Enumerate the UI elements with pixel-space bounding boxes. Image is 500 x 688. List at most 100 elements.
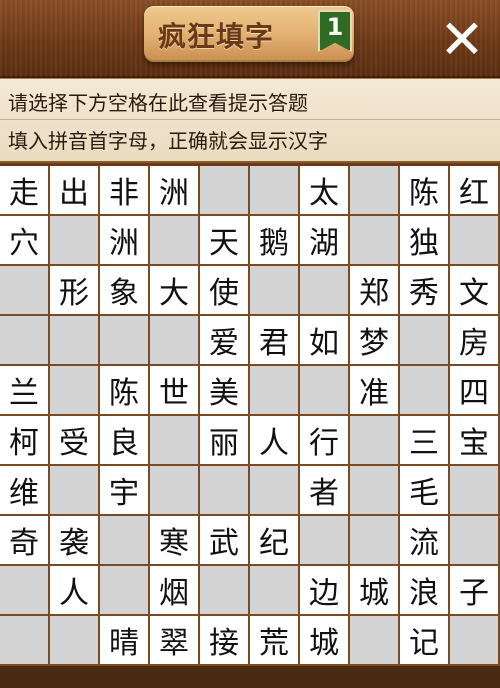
grid-cell-filled[interactable]: 四 — [450, 366, 500, 416]
grid-cell-filled[interactable]: 红 — [450, 166, 500, 216]
grid-cell-filled[interactable]: 奇 — [0, 516, 50, 566]
grid-cell-filled[interactable]: 记 — [400, 616, 450, 666]
grid-cell-filled[interactable]: 非 — [100, 166, 150, 216]
grid-cell-filled[interactable]: 三 — [400, 416, 450, 466]
grid-cell-filled[interactable]: 穴 — [0, 216, 50, 266]
grid-cell-filled[interactable]: 美 — [200, 366, 250, 416]
grid-cell-filled[interactable]: 兰 — [0, 366, 50, 416]
grid-cell-blank[interactable] — [450, 516, 500, 566]
grid-cell-blank[interactable] — [300, 366, 350, 416]
grid-cell-filled[interactable]: 宇 — [100, 466, 150, 516]
grid-cell-filled[interactable]: 陈 — [400, 166, 450, 216]
grid-cell-filled[interactable]: 宝 — [450, 416, 500, 466]
grid-cell-filled[interactable]: 接 — [200, 616, 250, 666]
grid-cell-filled[interactable]: 走 — [0, 166, 50, 216]
grid-cell-filled[interactable]: 边 — [300, 566, 350, 616]
grid-cell-blank[interactable] — [400, 366, 450, 416]
grid-cell-blank[interactable] — [100, 566, 150, 616]
grid-cell-blank[interactable] — [100, 516, 150, 566]
grid-cell-blank[interactable] — [400, 316, 450, 366]
grid-cell-filled[interactable]: 寒 — [150, 516, 200, 566]
grid-cell-blank[interactable] — [450, 466, 500, 516]
grid-cell-filled[interactable]: 流 — [400, 516, 450, 566]
grid-cell-blank[interactable] — [250, 366, 300, 416]
grid-cell-filled[interactable]: 如 — [300, 316, 350, 366]
grid-cell-filled[interactable]: 形 — [50, 266, 100, 316]
grid-cell-filled[interactable]: 洲 — [150, 166, 200, 216]
grid-cell-filled[interactable]: 武 — [200, 516, 250, 566]
grid-cell-blank[interactable] — [250, 266, 300, 316]
grid-cell-filled[interactable]: 爱 — [200, 316, 250, 366]
grid-cell-filled[interactable]: 良 — [100, 416, 150, 466]
grid-cell-filled[interactable]: 行 — [300, 416, 350, 466]
grid-cell-blank[interactable] — [350, 516, 400, 566]
grid-cell-blank[interactable] — [50, 366, 100, 416]
grid-cell-blank[interactable] — [0, 266, 50, 316]
grid-cell-blank[interactable] — [300, 266, 350, 316]
grid-cell-filled[interactable]: 晴 — [100, 616, 150, 666]
grid-cell-filled[interactable]: 维 — [0, 466, 50, 516]
grid-cell-filled[interactable]: 鹅 — [250, 216, 300, 266]
grid-cell-blank[interactable] — [50, 466, 100, 516]
grid-cell-filled[interactable]: 浪 — [400, 566, 450, 616]
grid-cell-blank[interactable] — [150, 216, 200, 266]
grid-cell-filled[interactable]: 梦 — [350, 316, 400, 366]
grid-cell-filled[interactable]: 独 — [400, 216, 450, 266]
grid-cell-blank[interactable] — [350, 416, 400, 466]
grid-cell-blank[interactable] — [350, 616, 400, 666]
grid-cell-blank[interactable] — [100, 316, 150, 366]
grid-cell-filled[interactable]: 荒 — [250, 616, 300, 666]
grid-cell-filled[interactable]: 象 — [100, 266, 150, 316]
grid-cell-filled[interactable]: 准 — [350, 366, 400, 416]
grid-cell-filled[interactable]: 纪 — [250, 516, 300, 566]
grid-cell-filled[interactable]: 翠 — [150, 616, 200, 666]
grid-cell-blank[interactable] — [150, 416, 200, 466]
grid-cell-blank[interactable] — [0, 616, 50, 666]
grid-cell-blank[interactable] — [0, 316, 50, 366]
grid-cell-blank[interactable] — [450, 616, 500, 666]
grid-cell-filled[interactable]: 郑 — [350, 266, 400, 316]
grid-cell-filled[interactable]: 受 — [50, 416, 100, 466]
grid-cell-filled[interactable]: 城 — [300, 616, 350, 666]
grid-cell-filled[interactable]: 世 — [150, 366, 200, 416]
grid-cell-filled[interactable]: 文 — [450, 266, 500, 316]
grid-cell-filled[interactable]: 丽 — [200, 416, 250, 466]
grid-cell-blank[interactable] — [200, 566, 250, 616]
grid-cell-filled[interactable]: 城 — [350, 566, 400, 616]
grid-cell-filled[interactable]: 者 — [300, 466, 350, 516]
grid-cell-blank[interactable] — [350, 466, 400, 516]
grid-cell-filled[interactable]: 烟 — [150, 566, 200, 616]
grid-cell-blank[interactable] — [0, 566, 50, 616]
grid-cell-filled[interactable]: 太 — [300, 166, 350, 216]
grid-cell-filled[interactable]: 陈 — [100, 366, 150, 416]
grid-cell-filled[interactable]: 湖 — [300, 216, 350, 266]
grid-cell-filled[interactable]: 秀 — [400, 266, 450, 316]
grid-cell-blank[interactable] — [300, 516, 350, 566]
grid-cell-filled[interactable]: 房 — [450, 316, 500, 366]
grid-cell-blank[interactable] — [50, 216, 100, 266]
grid-cell-filled[interactable]: 出 — [50, 166, 100, 216]
grid-cell-blank[interactable] — [250, 466, 300, 516]
grid-cell-blank[interactable] — [250, 166, 300, 216]
grid-cell-filled[interactable]: 大 — [150, 266, 200, 316]
grid-cell-filled[interactable]: 天 — [200, 216, 250, 266]
grid-cell-filled[interactable]: 袭 — [50, 516, 100, 566]
grid-cell-filled[interactable]: 君 — [250, 316, 300, 366]
grid-cell-blank[interactable] — [150, 316, 200, 366]
grid-cell-blank[interactable] — [50, 316, 100, 366]
grid-cell-blank[interactable] — [50, 616, 100, 666]
grid-cell-filled[interactable]: 使 — [200, 266, 250, 316]
grid-cell-blank[interactable] — [200, 466, 250, 516]
grid-cell-filled[interactable]: 毛 — [400, 466, 450, 516]
grid-cell-blank[interactable] — [150, 466, 200, 516]
grid-cell-blank[interactable] — [350, 216, 400, 266]
grid-cell-blank[interactable] — [200, 166, 250, 216]
grid-cell-blank[interactable] — [350, 166, 400, 216]
grid-cell-filled[interactable]: 柯 — [0, 416, 50, 466]
grid-cell-blank[interactable] — [450, 216, 500, 266]
close-button[interactable]: ✕ — [436, 13, 488, 67]
grid-cell-filled[interactable]: 人 — [250, 416, 300, 466]
grid-cell-filled[interactable]: 洲 — [100, 216, 150, 266]
grid-cell-filled[interactable]: 人 — [50, 566, 100, 616]
grid-cell-blank[interactable] — [250, 566, 300, 616]
